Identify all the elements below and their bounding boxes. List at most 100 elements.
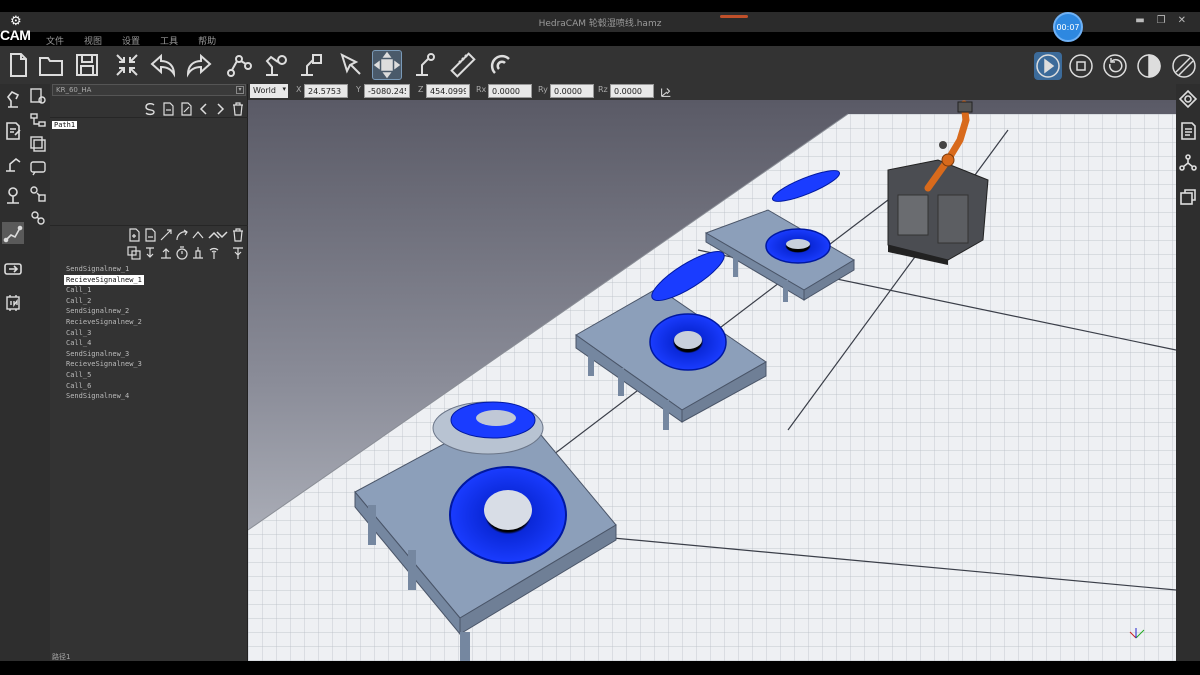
- cmd-joint-button[interactable]: [190, 227, 206, 243]
- network-button[interactable]: [1178, 152, 1198, 174]
- robot-target-sidebar-button[interactable]: [2, 184, 24, 206]
- input-module-button[interactable]: [2, 292, 24, 314]
- coord-rx-label: Rx: [476, 85, 487, 94]
- receive-signal-icon: [233, 247, 243, 259]
- undo-button[interactable]: [148, 50, 178, 80]
- path-delete-button[interactable]: [230, 101, 246, 117]
- cmd-add-button[interactable]: [126, 227, 142, 243]
- signal-io-button[interactable]: [2, 258, 24, 280]
- minimize-icon[interactable]: ▬: [1135, 15, 1144, 26]
- app-logo-text: CAM: [0, 27, 31, 43]
- coord-rz-input[interactable]: [610, 84, 654, 98]
- command-item[interactable]: Call_5: [66, 370, 144, 381]
- cmd-move-button[interactable]: [158, 227, 174, 243]
- command-item[interactable]: SendSignalnew_2: [66, 306, 144, 317]
- move-circular-icon: [176, 229, 188, 241]
- path-prev-button[interactable]: [196, 101, 212, 117]
- robot-select-value: KR_60_HA: [56, 86, 92, 94]
- layers-button[interactable]: [28, 134, 48, 154]
- contrast-button[interactable]: [1135, 52, 1163, 80]
- play-button[interactable]: [1034, 52, 1062, 80]
- network-icon: [1179, 154, 1197, 171]
- robot-link-button[interactable]: [224, 50, 254, 80]
- flow-chart-button[interactable]: [28, 110, 48, 130]
- cmd-wait-button[interactable]: [142, 245, 158, 261]
- frame-select[interactable]: World ▾: [250, 84, 288, 98]
- new-file-icon: [10, 53, 27, 77]
- cmd-call-button[interactable]: [158, 245, 174, 261]
- cmd-set-io-button[interactable]: [190, 245, 206, 261]
- command-item[interactable]: Call_2: [66, 296, 144, 307]
- coord-y-input[interactable]: [364, 84, 410, 98]
- copy-icon: [127, 246, 141, 260]
- copy-view-button[interactable]: [1178, 186, 1198, 208]
- path-list-item[interactable]: Path1: [52, 121, 78, 129]
- cmd-send-signal-button[interactable]: [206, 245, 222, 261]
- coord-y-label: Y: [356, 85, 361, 94]
- cmd-copy-button[interactable]: [126, 245, 142, 261]
- path-next-button[interactable]: [212, 101, 228, 117]
- 3d-viewport[interactable]: [248, 100, 1176, 661]
- robot-library-button[interactable]: [2, 88, 24, 110]
- command-item[interactable]: Call_1: [66, 285, 144, 296]
- robot-target-button[interactable]: [296, 50, 326, 80]
- save-button[interactable]: [72, 50, 102, 80]
- coord-z-input[interactable]: [426, 84, 470, 98]
- command-item[interactable]: Call_6: [66, 381, 144, 392]
- view-orientation-button[interactable]: [1178, 88, 1198, 110]
- cmd-circular-button[interactable]: [174, 227, 190, 243]
- command-item[interactable]: Call_3: [66, 328, 144, 339]
- chat-button[interactable]: [28, 158, 48, 178]
- open-file-button[interactable]: [36, 50, 66, 80]
- close-icon[interactable]: ✕: [1178, 15, 1186, 26]
- select-button[interactable]: [336, 50, 366, 80]
- coord-rx-input[interactable]: [488, 84, 532, 98]
- coord-apply-button[interactable]: [658, 84, 674, 100]
- cmd-timer-button[interactable]: [174, 245, 190, 261]
- command-item[interactable]: SendSignalnew_4: [66, 391, 144, 402]
- robot-pose-button[interactable]: [2, 152, 24, 174]
- maximize-icon[interactable]: ❐: [1157, 15, 1166, 26]
- program-edit-button[interactable]: [2, 120, 24, 142]
- robot-select[interactable]: KR_60_HA ▾: [52, 84, 246, 96]
- coord-ry-input[interactable]: [550, 84, 594, 98]
- measure-button[interactable]: [448, 50, 478, 80]
- document-button[interactable]: [1178, 120, 1198, 142]
- coord-rz-label: Rz: [598, 85, 608, 94]
- cmd-insert-button[interactable]: [142, 227, 158, 243]
- collapse-button[interactable]: [112, 50, 142, 80]
- command-item[interactable]: SendSignalnew_1: [66, 264, 144, 275]
- command-item[interactable]: RecieveSignalnew_2: [66, 317, 144, 328]
- reset-button[interactable]: [1101, 52, 1129, 80]
- robot-link-icon: [227, 55, 252, 77]
- scene-canvas[interactable]: [248, 100, 1176, 661]
- coord-x-input[interactable]: [304, 84, 348, 98]
- coord-z-label: Z: [418, 85, 424, 94]
- magnet-snap-button[interactable]: [486, 50, 516, 80]
- path-new-s-button[interactable]: [142, 101, 158, 117]
- robot-config-button[interactable]: [260, 50, 290, 80]
- chevron-right-icon: [217, 103, 225, 115]
- command-item[interactable]: RecieveSignalnew_3: [66, 359, 144, 370]
- command-item[interactable]: Call_4: [66, 338, 144, 349]
- command-item-selected[interactable]: RecieveSignalnew_1: [64, 274, 144, 286]
- gear-link-button[interactable]: [28, 208, 48, 228]
- transfer-icon: [30, 186, 46, 202]
- path-planning-button[interactable]: [2, 222, 24, 244]
- redo-button[interactable]: [184, 50, 214, 80]
- render-mode-button[interactable]: [1170, 52, 1198, 80]
- title-progress-indicator: [720, 15, 748, 18]
- path-edit-button[interactable]: [178, 101, 194, 117]
- cmd-receive-signal-button[interactable]: [230, 245, 246, 261]
- transfer-button[interactable]: [28, 184, 48, 204]
- command-item[interactable]: SendSignalnew_3: [66, 349, 144, 360]
- path-add-button[interactable]: [160, 101, 176, 117]
- settings-doc-button[interactable]: [28, 86, 48, 106]
- cmd-delete-button[interactable]: [230, 227, 246, 243]
- new-file-button[interactable]: [3, 50, 33, 80]
- stop-button[interactable]: [1067, 52, 1095, 80]
- robot-arm-button[interactable]: [410, 50, 440, 80]
- move-frame-button[interactable]: [372, 50, 402, 80]
- frame-select-value: World: [253, 86, 276, 95]
- cmd-move-down-button[interactable]: [214, 227, 230, 243]
